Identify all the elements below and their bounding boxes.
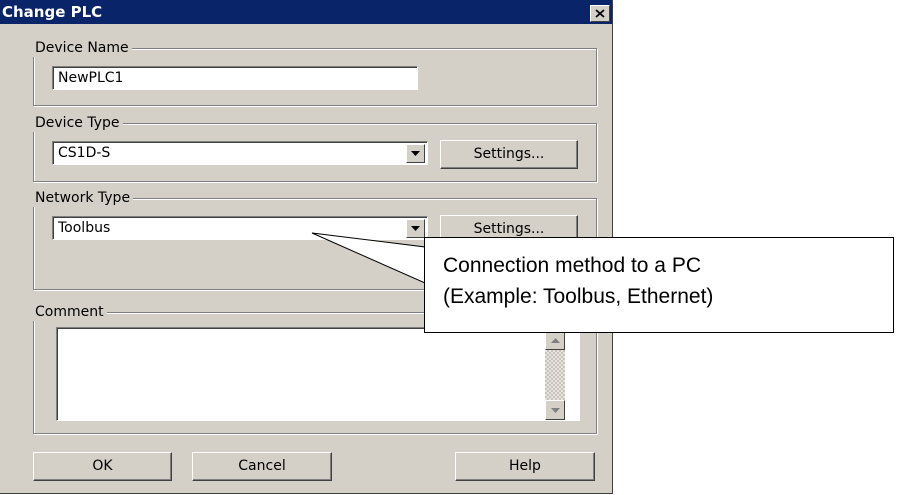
callout-line-2: (Example: Toolbus, Ethernet)	[443, 285, 714, 308]
callout-box: Connection method to a PC (Example: Tool…	[424, 237, 894, 333]
callout-line-1: Connection method to a PC	[443, 254, 701, 277]
